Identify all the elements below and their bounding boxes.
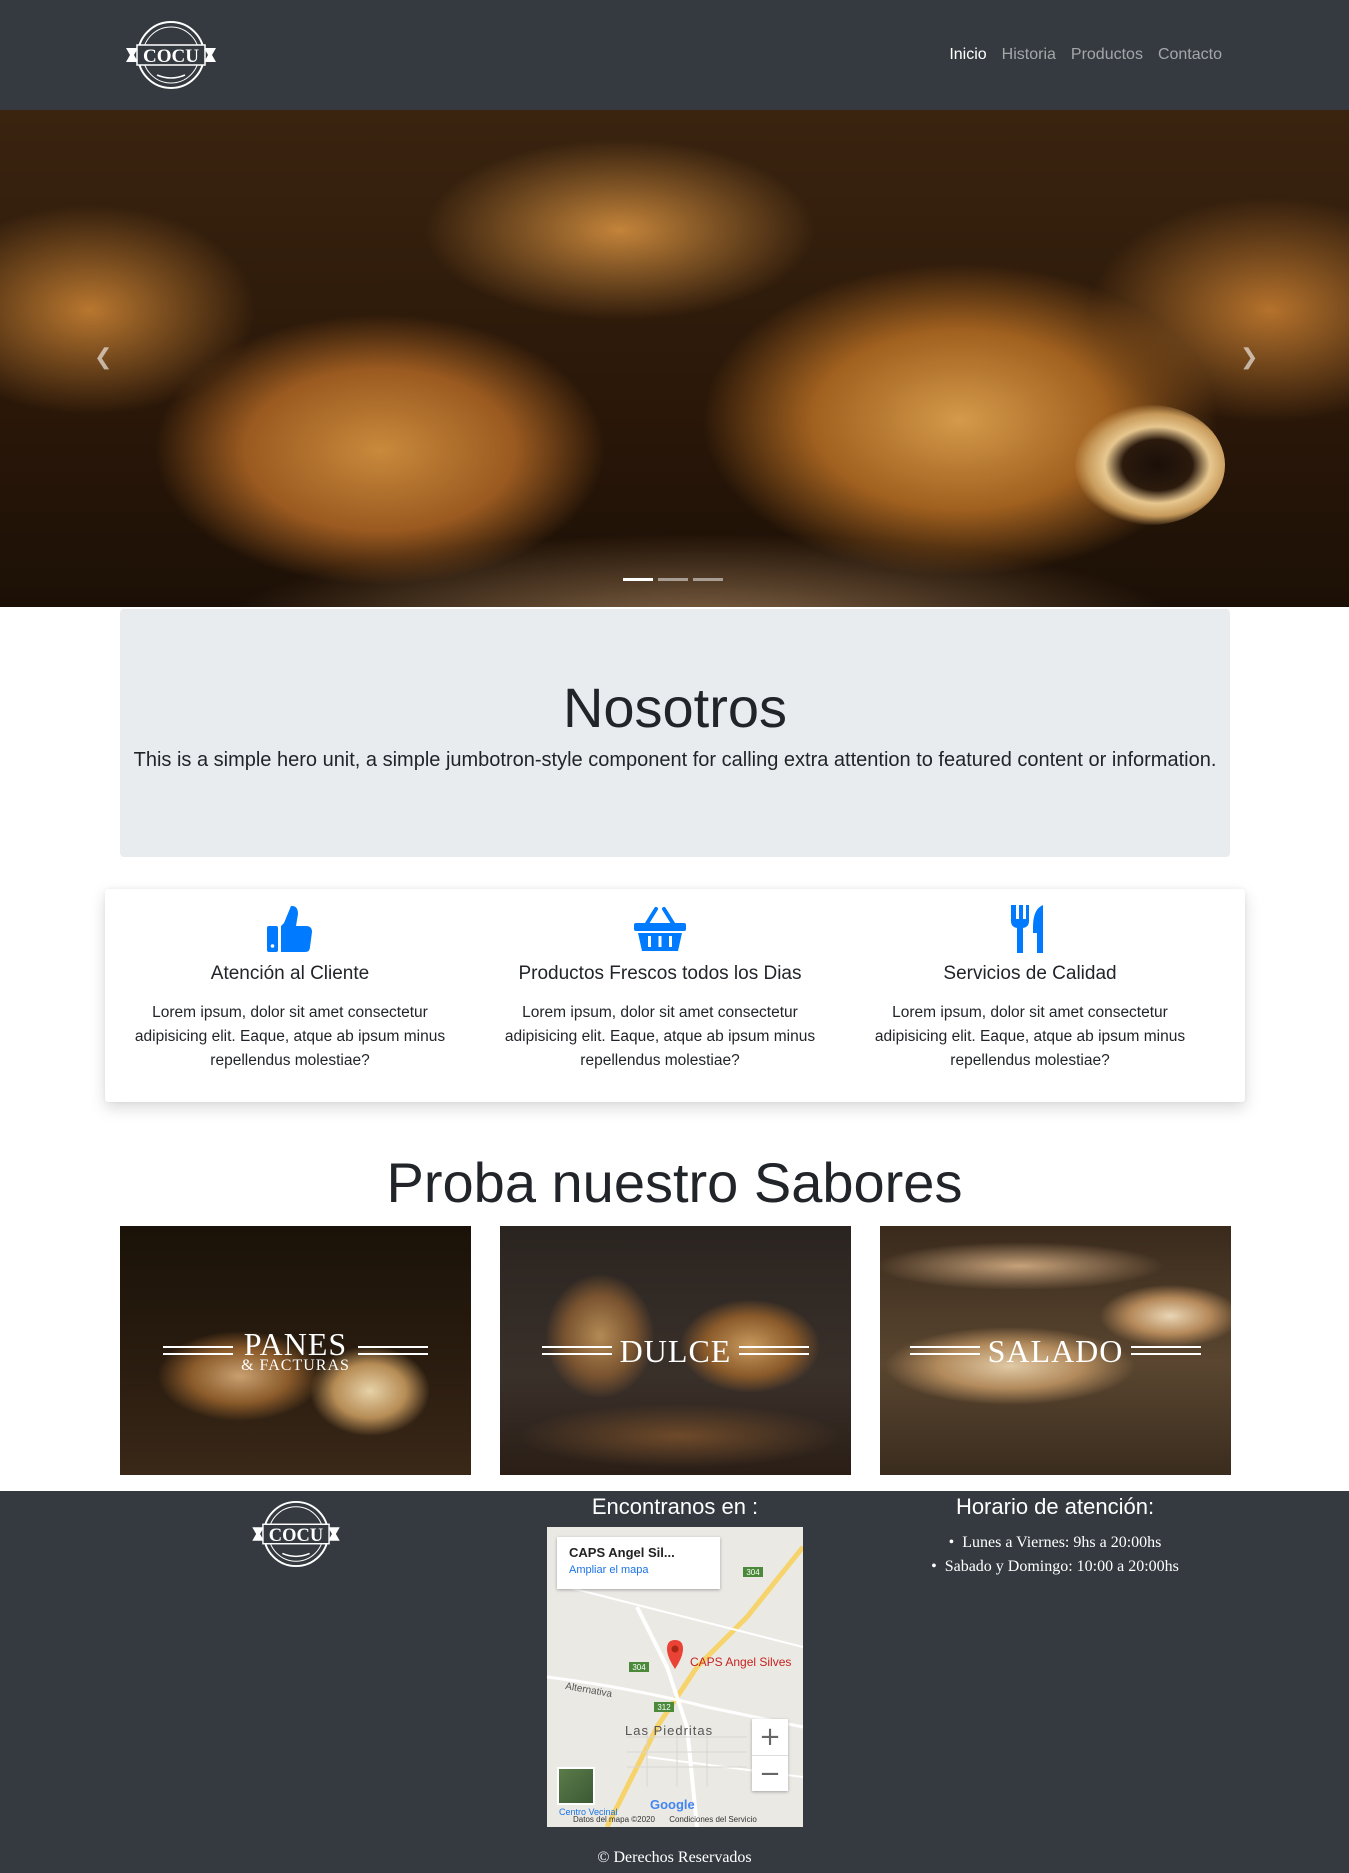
map-town-label: Las Piedritas <box>625 1723 714 1738</box>
map-zoom-control: + − <box>752 1719 788 1791</box>
feature-title: Productos Frescos todos los Dias <box>518 963 802 984</box>
card-dulce[interactable]: DULCE <box>500 1226 851 1475</box>
carousel-indicators <box>623 578 723 581</box>
decorative-lines <box>739 1346 810 1355</box>
carousel-indicator-3[interactable] <box>693 578 723 581</box>
decorative-lines <box>357 1346 428 1355</box>
map-info-card: CAPS Angel Sil... Ampliar el mapa <box>557 1537 720 1589</box>
main-nav: Inicio Historia Productos Contacto <box>949 46 1222 64</box>
decorative-lines <box>1131 1346 1202 1355</box>
nav-productos[interactable]: Productos <box>1071 46 1143 64</box>
horario-list: Lunes a Viernes: 9hs a 20:00hs Sabado y … <box>930 1531 1180 1579</box>
route-label: 304 <box>632 1663 646 1672</box>
feature-text: Lorem ipsum, dolor sit amet consectetur … <box>874 1004 1186 1069</box>
feature-text: Lorem ipsum, dolor sit amet consectetur … <box>134 1004 446 1069</box>
horario-item: Sabado y Domingo: 10:00 a 20:00hs <box>930 1555 1180 1579</box>
route-label: 312 <box>657 1703 671 1712</box>
nav-inicio[interactable]: Inicio <box>949 46 986 64</box>
embedded-map[interactable]: 304 304 312 CAPS Angel Sil... Ampliar el… <box>547 1527 803 1827</box>
zoom-out-button[interactable]: − <box>752 1755 788 1791</box>
feature-servicios: Servicios de Calidad Lorem ipsum, dolor … <box>845 889 1215 1102</box>
map-data-credit: Datos del mapa ©2020 <box>573 1815 655 1824</box>
map-enlarge-link[interactable]: Ampliar el mapa <box>569 1564 708 1576</box>
decorative-lines <box>163 1346 234 1355</box>
card-label: SALADO <box>880 1226 1231 1475</box>
decorative-lines <box>909 1346 980 1355</box>
card-title: DULCE <box>619 1332 732 1369</box>
carousel-slide-image <box>1075 405 1225 525</box>
card-title: SALADO <box>987 1332 1124 1369</box>
map-pin-label[interactable]: CAPS Angel Silves <box>690 1655 791 1669</box>
jumbotron: Nosotros This is a simple hero unit, a s… <box>120 609 1230 857</box>
carousel-next-icon[interactable]: ❯ <box>1240 345 1258 370</box>
card-salado[interactable]: SALADO <box>880 1226 1231 1475</box>
navbar: COCU Inicio Historia Productos Contacto <box>0 0 1349 110</box>
map-satellite-toggle[interactable] <box>557 1767 595 1805</box>
feature-title: Atención al Cliente <box>210 963 370 984</box>
zoom-in-button[interactable]: + <box>752 1719 788 1755</box>
jumbotron-title: Nosotros <box>562 676 788 739</box>
carousel-indicator-1[interactable] <box>623 578 653 581</box>
sabores-title: Proba nuestro Sabores <box>386 1151 963 1214</box>
decorative-lines <box>541 1346 612 1355</box>
hero-carousel <box>0 110 1349 607</box>
brand-logo[interactable]: COCU <box>124 19 218 91</box>
jumbotron-text: This is a simple hero unit, a simple jum… <box>133 748 1217 771</box>
card-panes[interactable]: PANES & FACTURAS <box>120 1226 471 1475</box>
map-credits: Datos del mapa ©2020 Condiciones del Ser… <box>573 1815 757 1824</box>
footer: COCU Encontranos en : 304 304 312 CAPS A… <box>0 1491 1349 1873</box>
copyright: © Derechos Reservados <box>597 1849 752 1866</box>
logo-text: COCU <box>143 46 199 67</box>
feature-atencion: Atención al Cliente Lorem ipsum, dolor s… <box>105 889 475 1102</box>
carousel-prev-icon[interactable]: ❮ <box>94 345 112 370</box>
footer-logo: COCU <box>250 1499 342 1569</box>
features-panel: Atención al Cliente Lorem ipsum, dolor s… <box>105 889 1245 1102</box>
feature-text: Lorem ipsum, dolor sit amet consectetur … <box>504 1004 816 1069</box>
thumbs-up-icon <box>105 903 475 955</box>
nav-historia[interactable]: Historia <box>1002 46 1056 64</box>
nav-contacto[interactable]: Contacto <box>1158 46 1222 64</box>
card-subtitle: & FACTURAS <box>241 1356 350 1374</box>
carousel-indicator-2[interactable] <box>658 578 688 581</box>
card-label: DULCE <box>500 1226 851 1475</box>
feature-title: Servicios de Calidad <box>943 963 1117 984</box>
shopping-basket-icon <box>475 903 845 955</box>
route-label: 304 <box>746 1568 760 1577</box>
footer-logo-text: COCU <box>269 1525 323 1545</box>
map-place-name: CAPS Angel Sil... <box>569 1545 675 1560</box>
utensils-icon <box>845 903 1215 955</box>
card-label: PANES & FACTURAS <box>120 1226 471 1475</box>
horario-item: Lunes a Viernes: 9hs a 20:00hs <box>930 1531 1180 1555</box>
google-logo: Google <box>650 1797 695 1812</box>
map-title: Encontranos en : <box>591 1494 759 1519</box>
feature-productos: Productos Frescos todos los Dias Lorem i… <box>475 889 845 1102</box>
horario-title: Horario de atención: <box>955 1494 1155 1519</box>
map-terms-link[interactable]: Condiciones del Servicio <box>669 1815 757 1824</box>
